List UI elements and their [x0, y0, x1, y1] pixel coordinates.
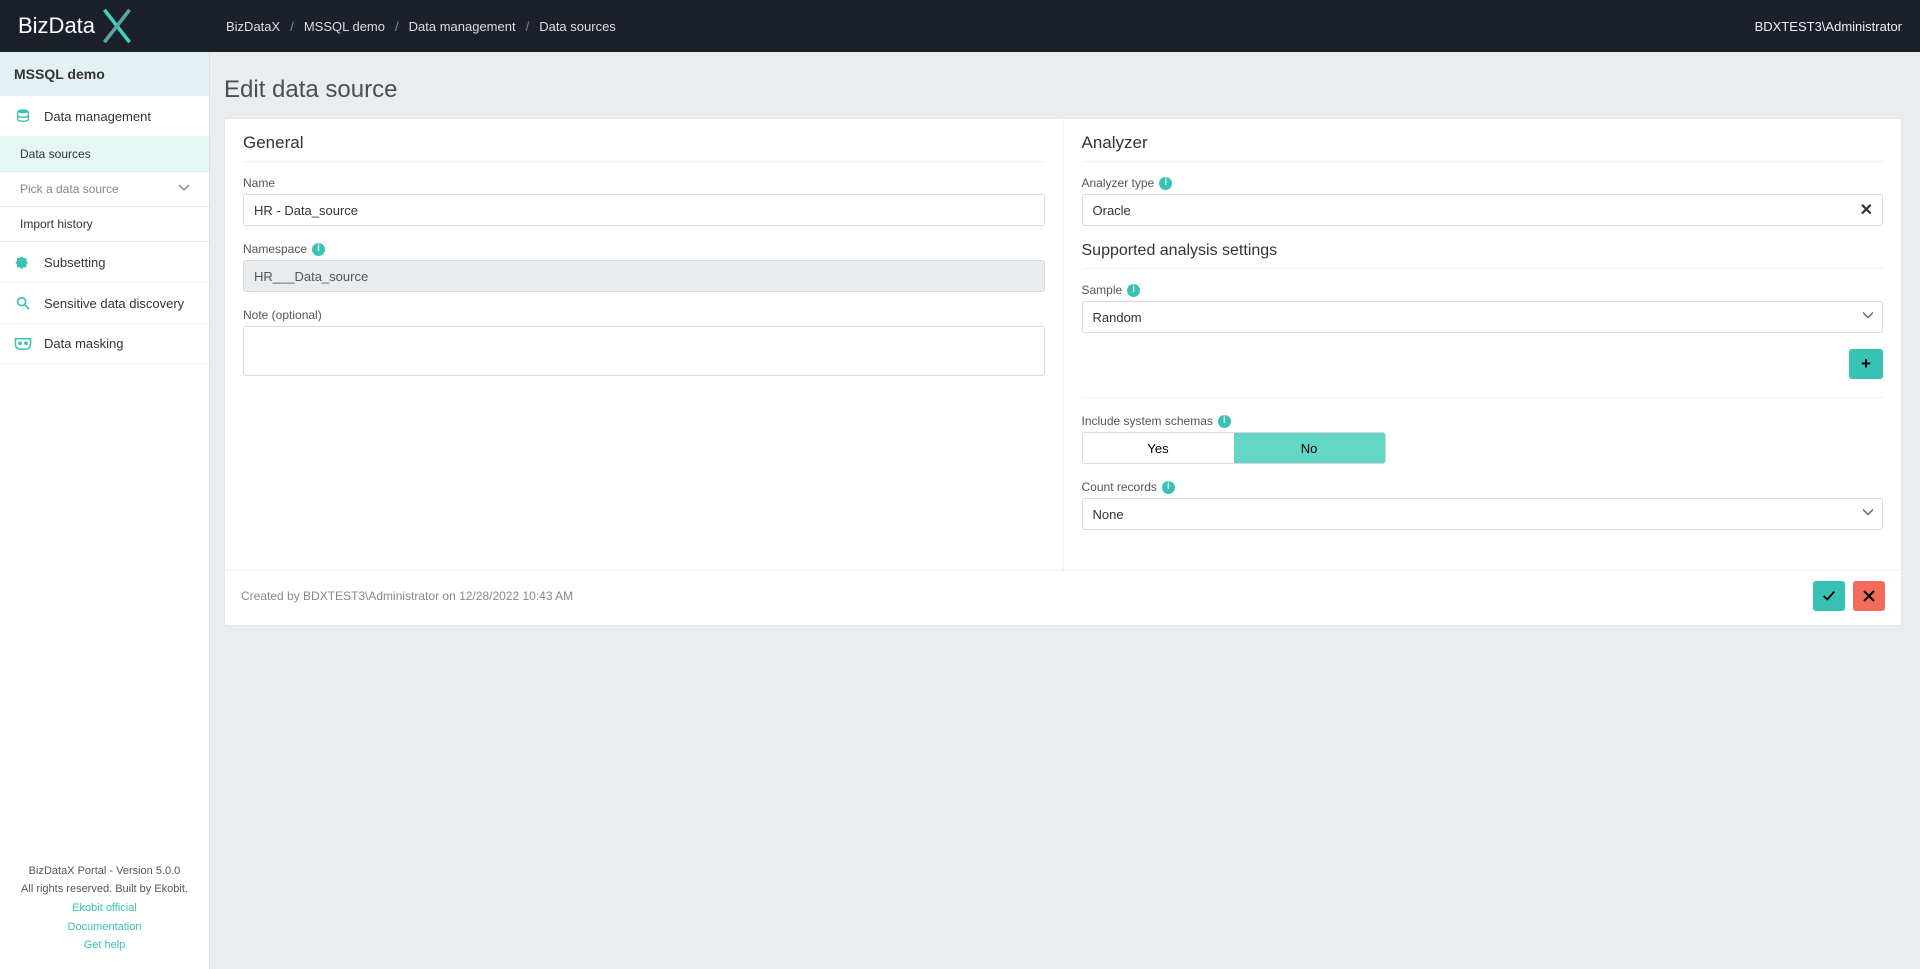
include-label-text: Include system schemas — [1082, 414, 1213, 428]
field-namespace: Namespace i — [243, 242, 1045, 292]
field-sample: Sample i — [1082, 283, 1884, 333]
footer-rights: All rights reserved. Built by Ekobit. — [6, 880, 203, 899]
sidebar-item-label: Data masking — [44, 336, 123, 351]
sidebar-item-label: Subsetting — [44, 255, 105, 270]
page-title: Edit data source — [224, 76, 1902, 104]
toggle-no[interactable]: No — [1234, 433, 1385, 463]
crumb-sep: / — [395, 19, 399, 34]
pick-source-label: Pick a data source — [20, 182, 119, 196]
sidebar-item-data-masking[interactable]: Data masking — [0, 324, 209, 364]
analyzer-type-label-text: Analyzer type — [1082, 176, 1155, 190]
sidebar-sub-import-history[interactable]: Import history — [0, 207, 209, 242]
breadcrumb: BizDataX / MSSQL demo / Data management … — [226, 19, 616, 34]
crumb-0[interactable]: BizDataX — [226, 19, 280, 34]
field-analyzer-type: Analyzer type i ✕ — [1082, 176, 1884, 226]
puzzle-icon — [14, 254, 32, 270]
supported-heading: Supported analysis settings — [1082, 242, 1884, 269]
sidebar-sub-data-sources[interactable]: Data sources — [0, 137, 209, 172]
chevron-down-icon — [179, 182, 189, 196]
footer-link-help[interactable]: Get help — [6, 936, 203, 955]
info-icon[interactable]: i — [312, 243, 325, 256]
logo-x-icon — [99, 8, 135, 44]
sidebar-pick-data-source[interactable]: Pick a data source — [0, 172, 209, 207]
footer-link-ekobit[interactable]: Ekobit official — [6, 899, 203, 918]
note-label: Note (optional) — [243, 308, 1045, 322]
sample-label-text: Sample — [1082, 283, 1123, 297]
crumb-3[interactable]: Data sources — [539, 19, 616, 34]
sample-select[interactable] — [1082, 301, 1884, 333]
sidebar-item-label: Sensitive data discovery — [44, 296, 184, 311]
project-title: MSSQL demo — [0, 52, 209, 96]
count-label: Count records i — [1082, 480, 1884, 494]
footer-link-docs[interactable]: Documentation — [6, 918, 203, 937]
general-heading: General — [243, 133, 1045, 162]
analyzer-heading: Analyzer — [1082, 133, 1884, 162]
app-body: MSSQL demo Data management Data sources … — [0, 52, 1920, 969]
current-user[interactable]: BDXTEST3\Administrator — [1755, 19, 1902, 34]
field-note: Note (optional) — [243, 308, 1045, 381]
database-icon — [14, 108, 32, 124]
namespace-input — [243, 260, 1045, 292]
sidebar-item-sensitive-discovery[interactable]: Sensitive data discovery — [0, 283, 209, 324]
cancel-button[interactable] — [1853, 581, 1885, 611]
mask-icon — [14, 337, 32, 351]
edit-card: General Name Namespace i Note (optiona — [224, 118, 1902, 626]
search-icon — [14, 295, 32, 311]
count-select[interactable] — [1082, 498, 1884, 530]
field-add-sample: + — [1082, 349, 1884, 398]
name-input[interactable] — [243, 194, 1045, 226]
sample-value[interactable] — [1082, 301, 1884, 333]
sample-label: Sample i — [1082, 283, 1884, 297]
field-include-schemas: Include system schemas i Yes No — [1082, 414, 1884, 464]
info-icon[interactable]: i — [1218, 415, 1231, 428]
close-icon — [1863, 590, 1875, 602]
sidebar-item-label: Data management — [44, 109, 151, 124]
count-label-text: Count records — [1082, 480, 1157, 494]
general-column: General Name Namespace i Note (optiona — [225, 119, 1063, 570]
name-label: Name — [243, 176, 1045, 190]
crumb-1[interactable]: MSSQL demo — [304, 19, 385, 34]
main-area: Edit data source General Name Namespace … — [210, 52, 1920, 969]
toggle-yes[interactable]: Yes — [1083, 433, 1234, 463]
field-name: Name — [243, 176, 1045, 226]
field-count-records: Count records i — [1082, 480, 1884, 530]
card-footer: Created by BDXTEST3\Administrator on 12/… — [225, 570, 1901, 625]
analyzer-type-value[interactable] — [1082, 194, 1884, 226]
analyzer-column: Analyzer Analyzer type i ✕ Supported ana… — [1063, 119, 1902, 570]
confirm-button[interactable] — [1813, 581, 1845, 611]
analyzer-type-select[interactable]: ✕ — [1082, 194, 1884, 226]
add-button[interactable]: + — [1849, 349, 1883, 379]
count-value[interactable] — [1082, 498, 1884, 530]
sidebar-item-data-management[interactable]: Data management — [0, 96, 209, 137]
crumb-sep: / — [526, 19, 530, 34]
check-icon — [1822, 589, 1836, 603]
info-icon[interactable]: i — [1127, 284, 1140, 297]
crumb-2[interactable]: Data management — [409, 19, 516, 34]
include-schemas-toggle: Yes No — [1082, 432, 1386, 464]
logo-text: BizData — [18, 13, 95, 39]
include-label: Include system schemas i — [1082, 414, 1884, 428]
footer-version: BizDataX Portal - Version 5.0.0 — [6, 862, 203, 881]
analyzer-type-label: Analyzer type i — [1082, 176, 1884, 190]
note-textarea[interactable] — [243, 326, 1045, 376]
info-icon[interactable]: i — [1159, 177, 1172, 190]
namespace-label-text: Namespace — [243, 242, 307, 256]
namespace-label: Namespace i — [243, 242, 1045, 256]
sidebar-footer: BizDataX Portal - Version 5.0.0 All righ… — [0, 852, 209, 969]
global-header: BizData BizDataX / MSSQL demo / Data man… — [0, 0, 1920, 52]
sidebar-item-subsetting[interactable]: Subsetting — [0, 242, 209, 283]
info-icon[interactable]: i — [1162, 481, 1175, 494]
sidebar: MSSQL demo Data management Data sources … — [0, 52, 210, 969]
clear-icon[interactable]: ✕ — [1860, 200, 1873, 220]
logo[interactable]: BizData — [18, 8, 208, 44]
crumb-sep: / — [290, 19, 294, 34]
created-by-text: Created by BDXTEST3\Administrator on 12/… — [241, 589, 573, 603]
